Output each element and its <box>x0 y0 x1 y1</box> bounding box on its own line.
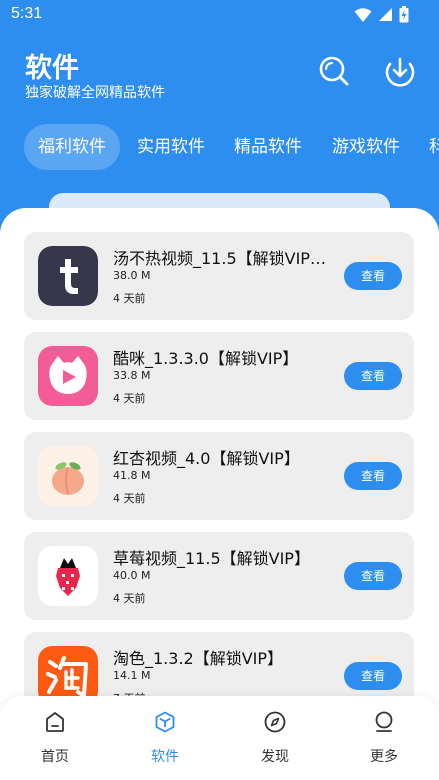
tab-premium-software[interactable]: 精品软件 <box>234 124 302 170</box>
app-name: 红杏视频_4.0【解锁VIP】 <box>113 449 300 468</box>
app-date: 4 天前 <box>113 592 146 605</box>
nav-more[interactable]: 更多 <box>349 710 419 770</box>
strawberry-icon <box>38 546 98 606</box>
view-button[interactable]: 查看 <box>344 362 402 390</box>
nav-home-label: 首页 <box>41 749 69 765</box>
category-tabs: 福利软件 实用软件 精品软件 游戏软件 科 <box>0 124 439 170</box>
page-subtitle: 独家破解全网精品软件 <box>25 85 165 101</box>
status-time: 5:31 <box>11 5 43 22</box>
app-card[interactable]: 红杏视频_4.0【解锁VIP】 41.8 M 4 天前 查看 <box>24 432 414 520</box>
cellular-signal-icon <box>379 8 392 21</box>
cat-play-icon <box>38 346 98 406</box>
app-date: 4 天前 <box>113 492 146 505</box>
app-size: 33.8 M <box>113 369 151 382</box>
tab-practical-software[interactable]: 实用软件 <box>137 124 205 170</box>
nav-discover[interactable]: 发现 <box>240 710 310 770</box>
status-icons <box>354 6 409 23</box>
app-size: 41.8 M <box>113 469 151 482</box>
page-title: 软件 <box>25 53 79 84</box>
nav-software[interactable]: 软件 <box>130 710 200 770</box>
app-card[interactable]: 酷咪_1.3.3.0【解锁VIP】 33.8 M 4 天前 查看 <box>24 332 414 420</box>
peach-icon <box>38 446 98 506</box>
app-name: 酷咪_1.3.3.0【解锁VIP】 <box>113 349 299 368</box>
search-button[interactable] <box>318 55 350 87</box>
compass-icon <box>264 711 286 733</box>
tab-game-software[interactable]: 游戏软件 <box>332 124 400 170</box>
app-name: 汤不热视频_11.5【解锁VIP… <box>113 249 326 268</box>
cube-icon <box>155 711 175 733</box>
search-icon <box>319 56 349 86</box>
app-card[interactable]: 汤不热视频_11.5【解锁VIP… 38.0 M 4 天前 查看 <box>24 232 414 320</box>
app-size: 14.1 M <box>113 669 151 682</box>
view-button[interactable]: 查看 <box>344 662 402 690</box>
nav-more-label: 更多 <box>370 749 398 765</box>
app-list-sheet: 汤不热视频_11.5【解锁VIP… 38.0 M 4 天前 查看 酷咪_1.3.… <box>0 208 439 780</box>
tab-more-partial[interactable]: 科 <box>429 124 439 170</box>
user-icon <box>375 711 393 732</box>
view-button[interactable]: 查看 <box>344 562 402 590</box>
nav-discover-label: 发现 <box>261 749 289 765</box>
bottom-nav: 首页 软件 发现 更多 <box>0 696 439 780</box>
status-bar: 5:31 <box>0 0 439 30</box>
view-button[interactable]: 查看 <box>344 462 402 490</box>
tab-welfare-software[interactable]: 福利软件 <box>24 124 120 170</box>
view-button[interactable]: 查看 <box>344 262 402 290</box>
app-name: 草莓视频_11.5【解锁VIP】 <box>113 549 310 568</box>
tumblr-t-icon <box>38 246 98 306</box>
home-icon <box>46 712 64 732</box>
app-size: 40.0 M <box>113 569 151 582</box>
download-icon <box>385 57 415 87</box>
app-card[interactable]: 草莓视频_11.5【解锁VIP】 40.0 M 4 天前 查看 <box>24 532 414 620</box>
nav-home[interactable]: 首页 <box>20 710 90 770</box>
nav-software-label: 软件 <box>151 749 179 765</box>
battery-charging-icon <box>399 6 409 23</box>
app-date: 4 天前 <box>113 292 146 305</box>
download-button[interactable] <box>384 55 416 87</box>
app-name: 淘色_1.3.2【解锁VIP】 <box>113 649 284 668</box>
app-date: 4 天前 <box>113 392 146 405</box>
wifi-icon <box>354 7 372 22</box>
app-header: 5:31 软件 独家破解全网精品软件 福利软件 实用软件 精品软件 游戏软件 科 <box>0 0 439 240</box>
app-size: 38.0 M <box>113 269 151 282</box>
